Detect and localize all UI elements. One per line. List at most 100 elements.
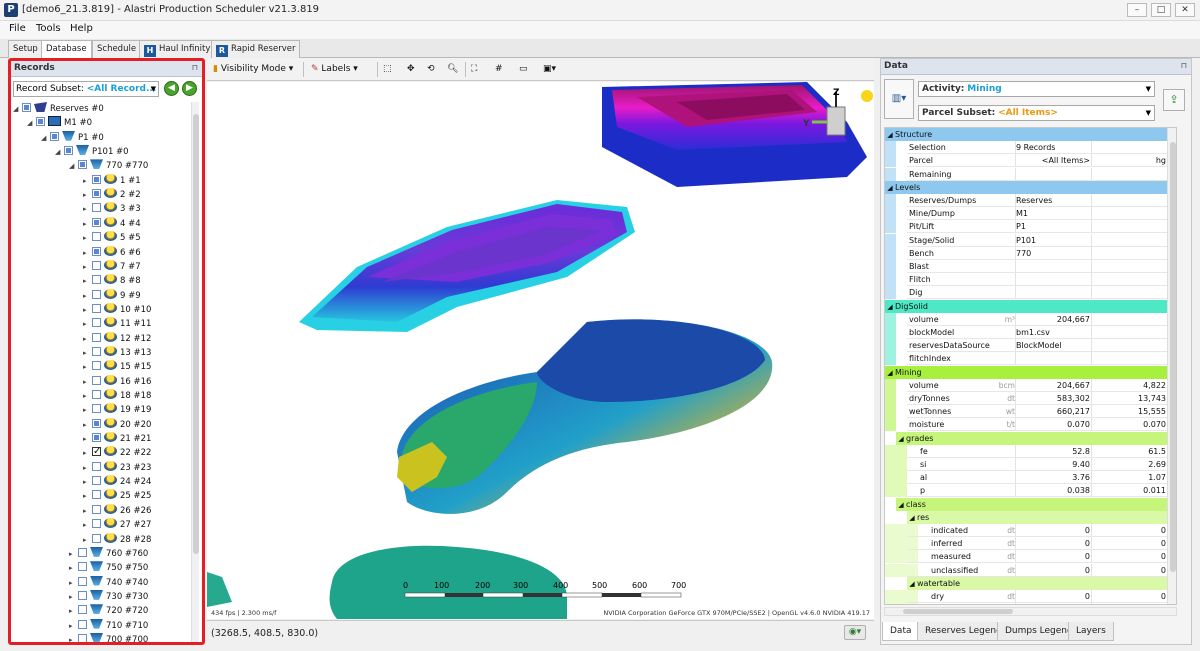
expand-icon[interactable]: ▸ [83, 432, 92, 446]
tree-node-checkbox[interactable] [92, 246, 101, 256]
property-row[interactable]: moisture t/t 0.070 0.070 [885, 418, 1176, 432]
collapse-icon[interactable]: ◢ [885, 301, 895, 314]
collapse-icon[interactable]: ◢ [27, 116, 36, 130]
horizontal-scrollbar[interactable] [884, 607, 1177, 616]
minimize-button[interactable]: – [1127, 3, 1147, 17]
property-row[interactable]: al 3.76 1.07 [885, 471, 1176, 485]
tree-node[interactable]: ▸ 8 #8 [83, 274, 141, 288]
collapse-icon[interactable]: ◢ [55, 145, 64, 159]
tree-node-checkbox[interactable] [36, 117, 45, 127]
property-category[interactable]: ◢ Mining [885, 365, 1167, 380]
activity-dropdown[interactable]: Activity: Mining ▼ [918, 81, 1155, 97]
tree-node[interactable]: ▸ 1 #1 [83, 173, 141, 188]
property-category[interactable]: ◢ Levels [885, 180, 1167, 195]
tree-node[interactable]: ▸ 15 #15 [83, 360, 151, 374]
expand-icon[interactable]: ▸ [69, 619, 78, 633]
tree-node-checkbox[interactable] [92, 332, 101, 342]
tree-node[interactable]: ▸ 20 #20 [83, 417, 151, 432]
tree-node-checkbox[interactable] [92, 375, 101, 385]
tab-haul-infinity[interactable]: H Haul Infinity [139, 40, 216, 58]
collapse-icon[interactable]: ◢ [69, 159, 78, 173]
expand-icon[interactable]: ▸ [83, 260, 92, 274]
property-row[interactable]: wetdt00 [885, 603, 1167, 604]
tree-node-checkbox[interactable] [92, 346, 101, 356]
tree-node-checkbox[interactable] [92, 504, 101, 514]
horizontal-scrollbar-thumb[interactable] [903, 609, 1013, 614]
property-category[interactable]: ◢ DigSolid [885, 299, 1167, 314]
tree-scrollbar-thumb[interactable] [193, 114, 199, 554]
tree-node-checkbox[interactable] [22, 103, 31, 112]
property-category[interactable]: ◢ res [907, 510, 1167, 524]
expand-icon[interactable]: ▸ [83, 518, 92, 532]
property-row[interactable]: Pit/Lift P1 [885, 220, 1176, 234]
expand-icon[interactable]: ▸ [83, 375, 92, 389]
globe-icon[interactable]: ◉▾ [844, 625, 866, 640]
expand-icon[interactable]: ▸ [83, 202, 92, 216]
expand-icon[interactable]: ▸ [83, 332, 92, 346]
record-subset-dropdown[interactable]: Record Subset: <All Record... ▼ [13, 81, 159, 97]
parcel-subset-dropdown[interactable]: Parcel Subset: <All Items> ▼ [918, 105, 1155, 121]
tree-node-checkbox[interactable] [92, 174, 101, 184]
property-row[interactable]: Reserves/Dumps Reserves [885, 194, 1176, 207]
pit-solid-middle[interactable] [299, 200, 635, 332]
property-row[interactable]: Dig [885, 286, 1176, 300]
maximize-button[interactable]: □ [1151, 3, 1171, 17]
expand-icon[interactable]: ▸ [83, 289, 92, 303]
expand-icon[interactable]: ▸ [83, 533, 92, 547]
tree-node-checkbox[interactable] [78, 562, 87, 572]
tree-node-checkbox[interactable] [78, 547, 87, 557]
tree-node[interactable]: ▸ 720 #720 [69, 604, 148, 618]
property-grid-scrollbar[interactable] [1167, 128, 1176, 604]
tree-node-checkbox[interactable] [92, 418, 101, 428]
tree-node-checkbox[interactable] [78, 619, 87, 629]
tab-database[interactable]: Database [41, 40, 92, 59]
property-row[interactable]: volume m³ 204,667 [885, 312, 1176, 326]
expand-icon[interactable]: ▸ [83, 360, 92, 374]
expand-icon[interactable]: ▸ [69, 590, 78, 604]
expand-icon[interactable]: ▸ [83, 188, 92, 202]
collapse-icon[interactable]: ◢ [896, 433, 906, 446]
property-row[interactable]: flitchIndex [885, 352, 1176, 366]
expand-icon[interactable]: ▸ [83, 489, 92, 503]
tree-node[interactable]: ▸ 710 #710 [69, 618, 148, 633]
expand-icon[interactable]: ▸ [83, 446, 92, 460]
tree-node[interactable]: ◢ 770 #770 [69, 159, 148, 173]
collapse-icon[interactable]: ◢ [885, 367, 895, 380]
property-row[interactable]: si 9.40 2.69 [885, 458, 1176, 471]
tree-node[interactable]: ▸ 760 #760 [69, 546, 148, 561]
property-row[interactable]: Parcel <All Items> hg [885, 154, 1176, 168]
property-row[interactable]: volume bcm 204,667 4,822 [885, 378, 1176, 392]
expand-icon[interactable]: ▸ [83, 217, 92, 231]
screenshot-icon[interactable]: ▣▾ [543, 62, 556, 77]
tree-node-checkbox[interactable] [78, 576, 87, 586]
close-button[interactable]: ✕ [1175, 3, 1195, 17]
collapse-icon[interactable]: ◢ [907, 578, 917, 591]
tab-rapid-reserver[interactable]: R Rapid Reserver [211, 40, 301, 58]
tree-node-checkbox[interactable] [92, 189, 101, 199]
tree-node[interactable]: ▸ 19 #19 [83, 403, 151, 417]
property-row[interactable]: wetTonnes wt 660,217 15,555 [885, 405, 1176, 419]
ruler-icon[interactable]: ▭ [519, 62, 528, 77]
property-row[interactable]: reservesDataSource BlockModel [885, 339, 1176, 353]
tree-scrollbar[interactable] [191, 102, 199, 642]
labels-button[interactable]: ✎ Labels ▾ [311, 62, 358, 77]
tree-node-checkbox[interactable] [92, 445, 101, 459]
tree-node[interactable]: ▸ 28 #28 [83, 532, 151, 547]
pin-icon[interactable]: ⊓ [1181, 61, 1187, 70]
tree-node[interactable]: ▸ 6 #6 [83, 245, 141, 260]
tree-node[interactable]: ◢ Reserves #0 [13, 102, 104, 116]
expand-icon[interactable]: ▸ [83, 403, 92, 417]
tree-node[interactable]: ▸ 740 #740 [69, 575, 148, 590]
expand-icon[interactable]: ▸ [69, 604, 78, 618]
tree-node-checkbox[interactable] [92, 303, 101, 313]
tree-node-checkbox[interactable] [78, 633, 87, 642]
expand-icon[interactable]: ▸ [83, 231, 92, 245]
property-row[interactable]: fe 52.8 61.5 [885, 444, 1176, 458]
tab-layers[interactable]: Layers [1068, 622, 1114, 641]
pit-solid-lower[interactable] [397, 319, 773, 514]
tree-node-checkbox[interactable] [92, 433, 101, 443]
tab-schedule[interactable]: Schedule [92, 40, 142, 58]
tree-node[interactable]: ▸ 3 #3 [83, 202, 141, 216]
tree-node-checkbox[interactable] [92, 217, 101, 227]
collapse-icon[interactable]: ◢ [885, 182, 895, 195]
